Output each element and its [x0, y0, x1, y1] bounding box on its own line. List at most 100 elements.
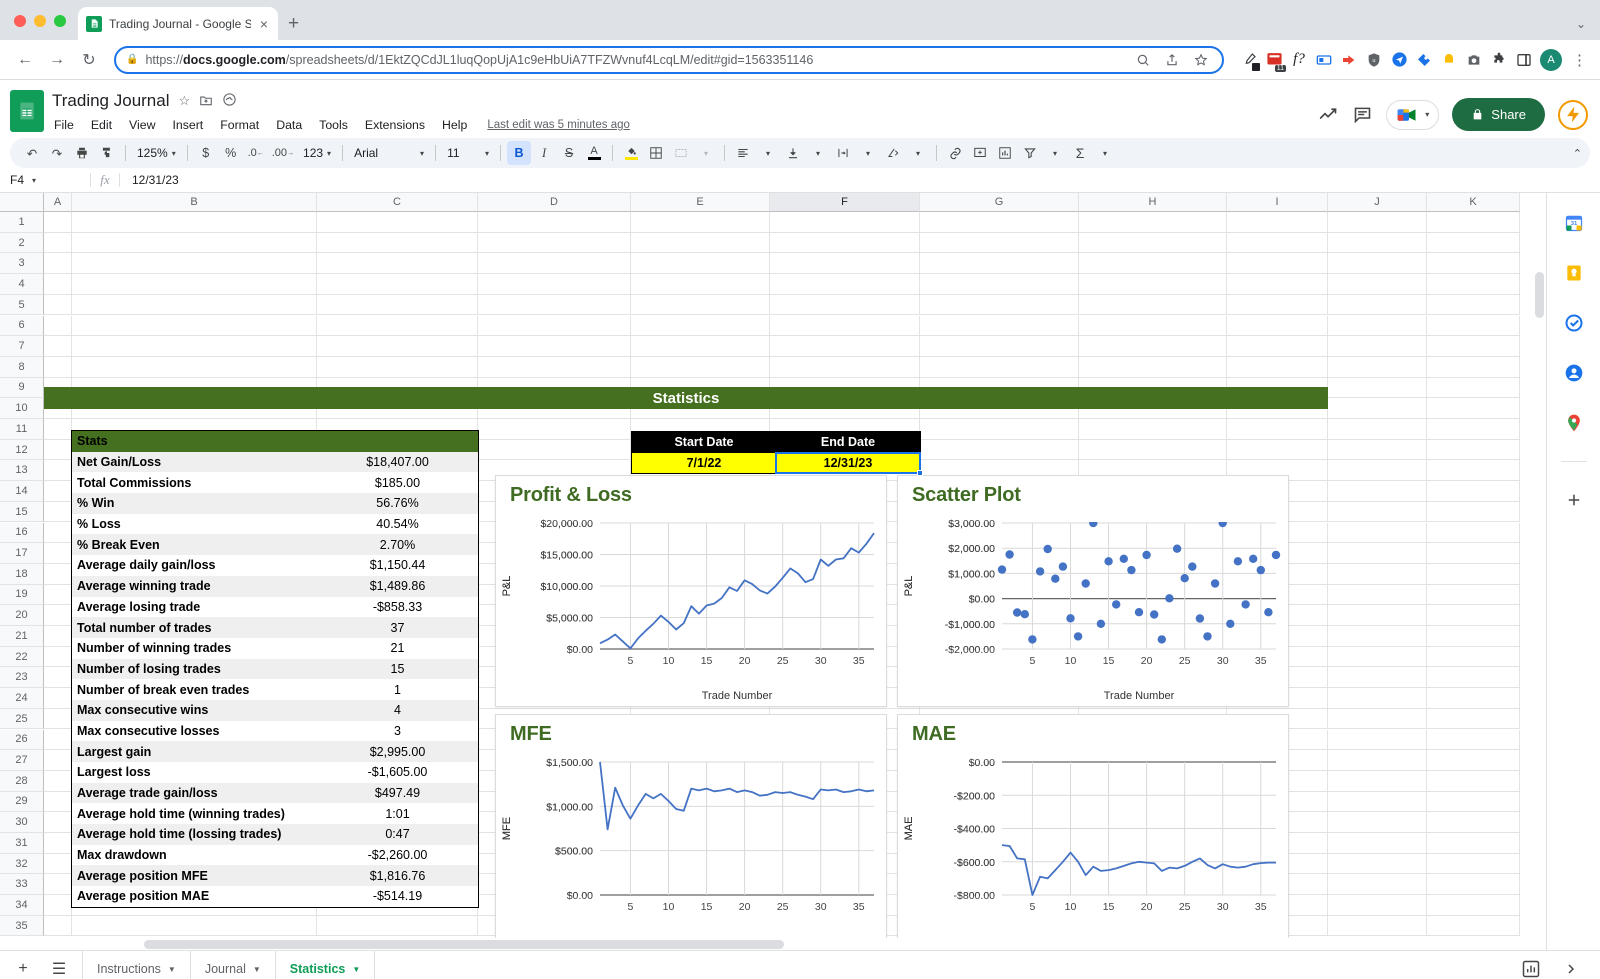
- sheet-tab-statistics[interactable]: Statistics ▼: [276, 951, 376, 979]
- grid-cell[interactable]: [1328, 233, 1427, 254]
- grid-cell[interactable]: [1079, 274, 1227, 295]
- grid-cell[interactable]: [920, 419, 1079, 440]
- chevron-down-icon[interactable]: ▾: [856, 141, 880, 165]
- filter-icon[interactable]: [1018, 141, 1042, 165]
- table-row[interactable]: Average winning trade $1,489.86: [72, 576, 478, 597]
- insert-comment-icon[interactable]: [968, 141, 992, 165]
- expand-panel-icon[interactable]: [1558, 956, 1584, 979]
- table-row[interactable]: Total Commissions $185.00: [72, 472, 478, 493]
- grid-cell[interactable]: [44, 212, 72, 233]
- column-header-E[interactable]: E: [631, 193, 770, 212]
- grid-cell[interactable]: [72, 212, 317, 233]
- google-meet-button[interactable]: ▾: [1386, 100, 1439, 130]
- explore-icon[interactable]: [1518, 956, 1544, 979]
- row-header-9[interactable]: 9: [0, 378, 44, 399]
- google-sheets-logo-icon[interactable]: [10, 90, 44, 132]
- horizontal-align-icon[interactable]: [731, 141, 755, 165]
- column-header-H[interactable]: H: [1079, 193, 1227, 212]
- grid-cell[interactable]: [478, 440, 631, 461]
- table-row[interactable]: Net Gain/Loss $18,407.00: [72, 452, 478, 473]
- grid-cell[interactable]: [770, 316, 920, 337]
- table-row[interactable]: % Break Even 2.70%: [72, 534, 478, 555]
- grid-cell[interactable]: [1328, 647, 1427, 668]
- row-header-6[interactable]: 6: [0, 316, 44, 337]
- chevron-down-icon[interactable]: ▼: [352, 965, 360, 974]
- close-tab-icon[interactable]: ×: [258, 17, 270, 31]
- shield-icon[interactable]: u: [1365, 51, 1383, 69]
- stats-table[interactable]: Stats Net Gain/Loss $18,407.00 Total Com…: [71, 430, 479, 908]
- row-header-5[interactable]: 5: [0, 295, 44, 316]
- table-row[interactable]: Average trade gain/loss $497.49: [72, 783, 478, 804]
- column-header-F[interactable]: F: [770, 193, 920, 212]
- grid-cell[interactable]: [1227, 274, 1328, 295]
- grid-cell[interactable]: [44, 667, 72, 688]
- grid-cell[interactable]: [1427, 792, 1520, 813]
- start-date-cell[interactable]: 7/1/22: [632, 453, 776, 473]
- google-calendar-icon[interactable]: 31: [1562, 211, 1586, 235]
- grid-cell[interactable]: [1427, 730, 1520, 751]
- grid-cell[interactable]: [1227, 253, 1328, 274]
- grid-cell[interactable]: [1328, 792, 1427, 813]
- grid-cell[interactable]: [44, 750, 72, 771]
- grid-cell[interactable]: [44, 316, 72, 337]
- grid-cell[interactable]: [44, 564, 72, 585]
- grid-cell[interactable]: [1328, 895, 1427, 916]
- grid-cell[interactable]: [72, 295, 317, 316]
- grid-cell[interactable]: [1427, 233, 1520, 254]
- grid-cell[interactable]: [1079, 440, 1227, 461]
- grid-cell[interactable]: [1427, 212, 1520, 233]
- row-header-8[interactable]: 8: [0, 357, 44, 378]
- chevron-down-icon[interactable]: ▾: [906, 141, 930, 165]
- grid-cell[interactable]: [1427, 895, 1520, 916]
- grid-cell[interactable]: [1079, 357, 1227, 378]
- grid-cell[interactable]: [44, 605, 72, 626]
- grid-cell[interactable]: [44, 233, 72, 254]
- red-extension-icon[interactable]: 11: [1265, 51, 1283, 69]
- grid-cell[interactable]: [44, 895, 72, 916]
- grid-cell[interactable]: [317, 295, 478, 316]
- grid-cell[interactable]: [44, 295, 72, 316]
- grid-cell[interactable]: [44, 253, 72, 274]
- grid-cell[interactable]: [1427, 481, 1520, 502]
- chart-card-mae[interactable]: MAE -$800.00-$600.00-$400.00-$200.00$0.0…: [897, 714, 1289, 950]
- blue-card-icon[interactable]: [1315, 51, 1333, 69]
- menu-help[interactable]: Help: [440, 117, 469, 133]
- grid-cell[interactable]: [44, 688, 72, 709]
- grid-cell[interactable]: [1328, 771, 1427, 792]
- eyedropper-icon[interactable]: [1240, 51, 1258, 69]
- browser-menu-icon[interactable]: ⋮: [1569, 51, 1590, 69]
- strikethrough-button[interactable]: S: [557, 141, 581, 165]
- grid-cell[interactable]: [44, 812, 72, 833]
- table-row[interactable]: Number of winning trades 21: [72, 638, 478, 659]
- grid-cell[interactable]: [1227, 440, 1328, 461]
- grid-cell[interactable]: [44, 647, 72, 668]
- browser-profile-avatar[interactable]: A: [1540, 49, 1562, 71]
- row-header-28[interactable]: 28: [0, 771, 44, 792]
- grid-cell[interactable]: [1079, 419, 1227, 440]
- row-header-4[interactable]: 4: [0, 274, 44, 295]
- reload-icon[interactable]: ↻: [74, 45, 104, 75]
- grid-cell[interactable]: [1427, 274, 1520, 295]
- grid-cell[interactable]: [44, 916, 72, 937]
- grid-cell[interactable]: [1227, 336, 1328, 357]
- grid-cell[interactable]: [1079, 253, 1227, 274]
- grid-cell[interactable]: [1427, 336, 1520, 357]
- row-header-30[interactable]: 30: [0, 812, 44, 833]
- row-header-33[interactable]: 33: [0, 874, 44, 895]
- google-maps-icon[interactable]: [1562, 411, 1586, 435]
- grid-cell[interactable]: [1427, 667, 1520, 688]
- table-row[interactable]: % Win 56.76%: [72, 493, 478, 514]
- row-header-29[interactable]: 29: [0, 792, 44, 813]
- currency-format-button[interactable]: $: [194, 141, 218, 165]
- grid-cell[interactable]: [1427, 585, 1520, 606]
- minimize-window-button[interactable]: [34, 15, 46, 27]
- row-header-11[interactable]: 11: [0, 419, 44, 440]
- grid-cell[interactable]: [1328, 833, 1427, 854]
- grid-cell[interactable]: [1328, 357, 1427, 378]
- column-header-K[interactable]: K: [1427, 193, 1520, 212]
- forward-icon[interactable]: →: [42, 45, 72, 75]
- grid-cell[interactable]: [770, 295, 920, 316]
- horizontal-scroll-thumb[interactable]: [144, 940, 784, 949]
- chart-card-profit-loss[interactable]: Profit & Loss $0.00$5,000.00$10,000.00$1…: [495, 475, 887, 707]
- grid-cell[interactable]: [44, 419, 72, 440]
